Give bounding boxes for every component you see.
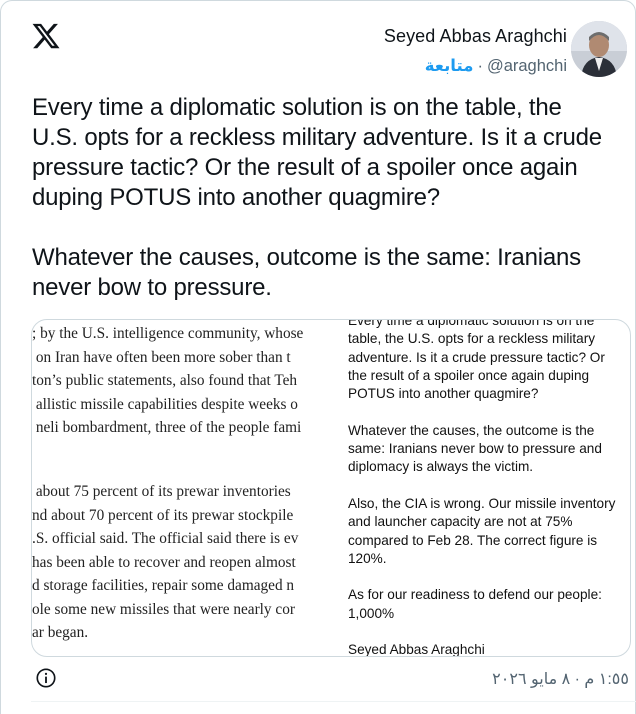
statement-signature: Seyed Abbas Araghchi	[348, 642, 485, 657]
separator-dot: ·	[477, 56, 483, 75]
article-line: on Iran have often been more sober than …	[32, 348, 291, 366]
article-line: d storage facilities, repair some damage…	[32, 577, 295, 594]
article-paragraph-2: about 75 percent of its prewar inventori…	[32, 480, 298, 645]
author-subline: متابعة · @araghchi	[384, 56, 567, 76]
x-logo-icon[interactable]	[31, 21, 61, 51]
statement-paragraph: Whatever the causes, the outcome is the …	[348, 422, 602, 475]
tweet-media-image[interactable]: ; by the U.S. intelligence community, wh…	[31, 319, 631, 657]
tweet-timestamp[interactable]: ١:٥٥ م · ٨ مايو ٢٠٢٦	[492, 669, 629, 689]
article-line: ton’s public statements, also found that…	[32, 372, 298, 389]
author-handle[interactable]: @araghchi	[487, 57, 567, 76]
article-line: ; by the U.S. intelligence community, wh…	[32, 325, 304, 342]
article-paragraph-1: ; by the U.S. intelligence community, wh…	[32, 322, 303, 440]
tweet-text: Every time a diplomatic solution is on t…	[32, 94, 602, 301]
tweet-card: Seyed Abbas Araghchi متابعة · @araghchi …	[0, 0, 636, 714]
article-line: .S. official said. The official said the…	[32, 530, 299, 547]
statement-text: Every time a diplomatic solution is on t…	[348, 319, 618, 657]
statement-paragraph: Every time a diplomatic solution is on t…	[348, 319, 605, 402]
statement-paragraph: As for our readiness to defend our peopl…	[348, 587, 602, 621]
article-excerpt: ; by the U.S. intelligence community, wh…	[32, 320, 332, 656]
info-icon[interactable]	[35, 667, 57, 689]
statement-paragraph: Also, the CIA is wrong. Our missile inve…	[348, 495, 616, 566]
author-info: Seyed Abbas Araghchi متابعة · @araghchi	[384, 26, 567, 76]
follow-link[interactable]: متابعة	[425, 56, 474, 76]
article-line: ole some new missiles that were nearly c…	[32, 600, 295, 618]
article-line: has been able to recover and reopen almo…	[32, 553, 296, 571]
divider	[31, 701, 636, 702]
tweet-footer: ١:٥٥ م · ٨ مايو ٢٠٢٦	[1, 663, 636, 693]
article-line: allistic missile capabilities despite we…	[32, 395, 298, 413]
article-line: neli bombardment, three of the people fa…	[32, 419, 302, 436]
article-line: nd about 70 percent of its prewar stockp…	[32, 506, 294, 524]
article-line: about 75 percent of its prewar inventori…	[32, 483, 291, 500]
author-display-name[interactable]: Seyed Abbas Araghchi	[384, 26, 567, 47]
avatar[interactable]	[571, 21, 627, 77]
article-line: ar began.	[32, 624, 89, 641]
